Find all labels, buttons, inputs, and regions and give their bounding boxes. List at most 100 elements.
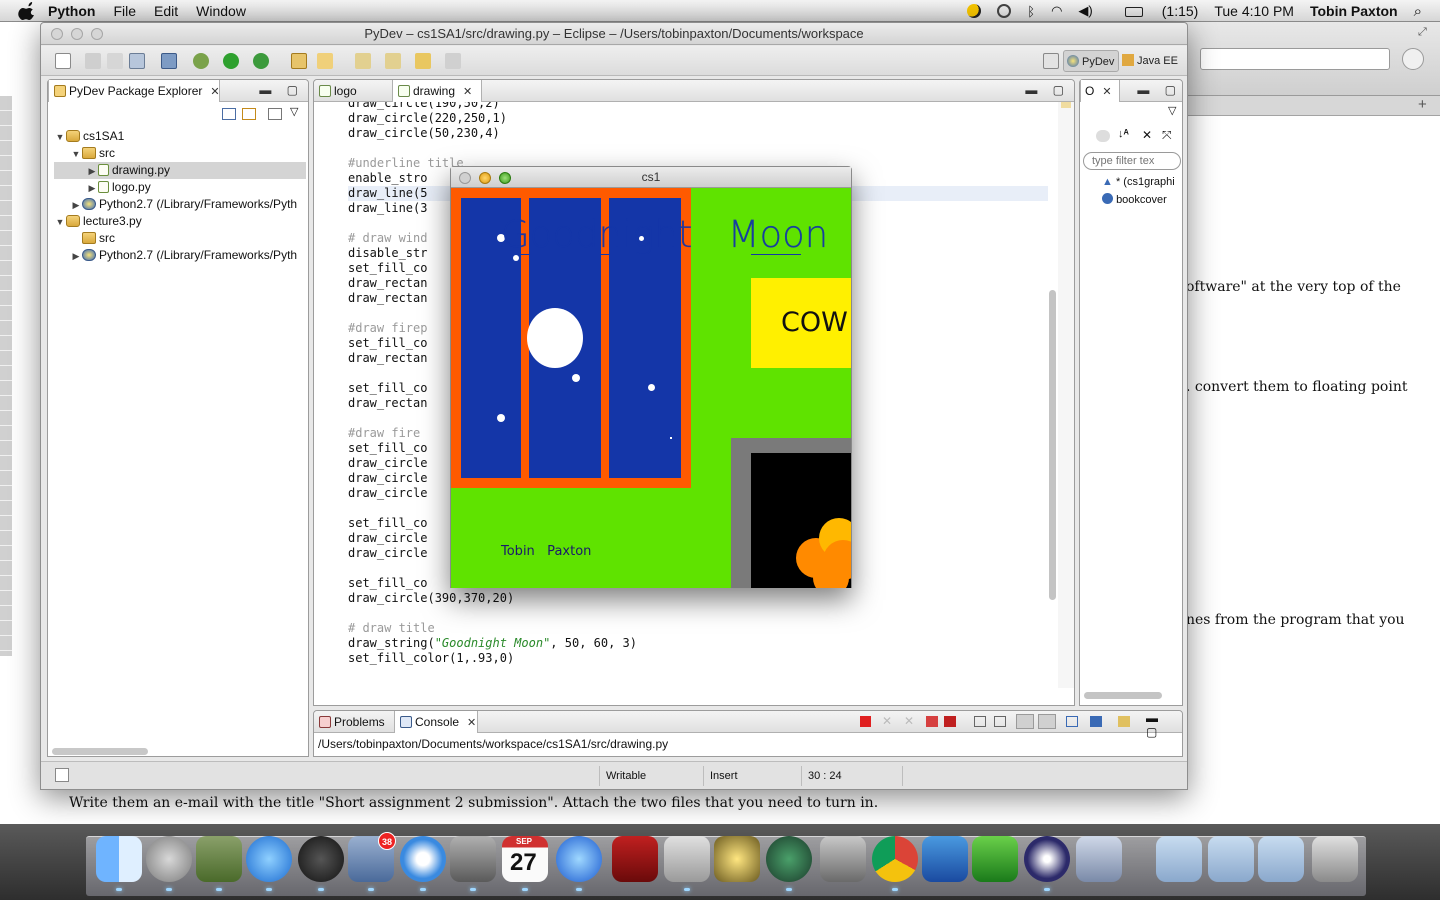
expanded-arrow-icon[interactable]: ▼ xyxy=(54,214,66,231)
tree-item[interactable]: ▶ logo.py xyxy=(54,179,306,196)
apple-icon[interactable] xyxy=(18,1,38,20)
view-menu-icon[interactable] xyxy=(268,108,282,120)
menu-file[interactable]: File xyxy=(113,3,136,19)
tree-item[interactable]: ▼ src xyxy=(54,145,306,162)
scroll-lock-icon[interactable] xyxy=(974,716,986,727)
fast-view-icon[interactable] xyxy=(55,768,69,782)
open-console-icon[interactable] xyxy=(1118,716,1130,727)
next-annotation-icon[interactable] xyxy=(355,53,371,69)
menubar-clock[interactable]: Tue 4:10 PM xyxy=(1214,3,1294,19)
folder-icon[interactable] xyxy=(1156,836,1202,882)
eclipse-icon[interactable] xyxy=(1024,836,1070,882)
perspective-open-icon[interactable] xyxy=(1043,53,1059,69)
print-icon[interactable] xyxy=(129,53,145,69)
new-icon[interactable] xyxy=(55,53,71,69)
pin-red-icon[interactable] xyxy=(926,716,938,727)
tree-item[interactable]: ▼ lecture3.py xyxy=(54,213,306,230)
save-icon[interactable] xyxy=(85,53,101,69)
close-icon[interactable]: ✕ xyxy=(210,86,219,98)
minimize-button[interactable] xyxy=(71,28,83,40)
tab-drawing[interactable]: drawing ✕ xyxy=(392,80,482,102)
perspective-pydev[interactable]: PyDev xyxy=(1063,50,1120,72)
show-stdout-icon[interactable] xyxy=(1016,714,1034,729)
launchpad-icon[interactable] xyxy=(146,836,192,882)
outline-minimize-maximize[interactable]: ▬ ▢ xyxy=(1137,83,1182,97)
finder-icon[interactable] xyxy=(96,836,142,882)
terminate-icon[interactable] xyxy=(860,716,871,727)
stop-red-icon[interactable] xyxy=(944,716,956,727)
close-icon[interactable]: ✕ xyxy=(467,717,476,729)
time-machine-icon[interactable] xyxy=(766,836,812,882)
menu-app-name[interactable]: Python xyxy=(48,3,95,19)
sort-az-icon[interactable]: ↓ᴬ xyxy=(1118,128,1129,140)
browser-reload-icon[interactable] xyxy=(1402,48,1424,70)
cs1-close-button[interactable] xyxy=(459,172,471,184)
zoom-button[interactable] xyxy=(91,28,103,40)
safari-icon[interactable] xyxy=(400,836,446,882)
new-tab-icon[interactable]: + xyxy=(1418,96,1427,113)
remove-launch-icon[interactable]: ✕ xyxy=(882,714,892,728)
trash-icon[interactable] xyxy=(1312,836,1358,882)
forward-icon[interactable] xyxy=(445,53,461,69)
wifi-icon[interactable]: ◠ xyxy=(1051,3,1062,19)
show-stderr-icon[interactable] xyxy=(1038,714,1056,729)
perspective-java-ee[interactable]: Java EE xyxy=(1119,50,1182,72)
cs1-zoom-button[interactable] xyxy=(499,172,511,184)
pen-icon[interactable] xyxy=(1076,836,1122,882)
external-tools-icon[interactable] xyxy=(253,53,269,69)
tree-item[interactable]: ▼ cs1SA1 xyxy=(54,128,306,145)
collapse-all-icon[interactable] xyxy=(222,108,236,120)
tab-logo[interactable]: logo xyxy=(314,80,390,102)
word-wrap-icon[interactable] xyxy=(994,716,1006,727)
tab-problems[interactable]: Problems xyxy=(314,711,392,733)
bluetooth-icon[interactable]: ᛒ xyxy=(1027,4,1035,19)
system-preferences-icon[interactable] xyxy=(196,836,242,882)
imovie-icon[interactable] xyxy=(714,836,760,882)
outline-scrollbar[interactable] xyxy=(1084,692,1162,699)
outline-view-menu-icon[interactable]: ▽ xyxy=(1168,104,1176,117)
outline-item[interactable]: bookcover xyxy=(1102,193,1167,206)
remove-all-icon[interactable]: ✕ xyxy=(904,714,914,728)
open-folder-icon[interactable] xyxy=(291,53,307,69)
photo-booth-icon[interactable] xyxy=(612,836,658,882)
word-icon[interactable] xyxy=(922,836,968,882)
collapsed-arrow-icon[interactable]: ▶ xyxy=(86,163,98,180)
tree-item[interactable]: ▶ drawing.py xyxy=(54,162,306,179)
chevron-down-icon[interactable]: ▽ xyxy=(290,105,298,118)
expand-icon[interactable]: ⤧ xyxy=(1162,128,1172,143)
cs1-titlebar[interactable]: cs1 xyxy=(451,167,851,188)
collapsed-arrow-icon[interactable]: ▶ xyxy=(70,248,82,265)
editor-minimize-maximize[interactable]: ▬ ▢ xyxy=(1025,83,1070,97)
collapsed-arrow-icon[interactable]: ▶ xyxy=(86,180,98,197)
dashboard-icon[interactable] xyxy=(298,836,344,882)
expanded-arrow-icon[interactable]: ▼ xyxy=(70,146,82,163)
horizontal-scrollbar[interactable] xyxy=(52,748,148,755)
moon-icon[interactable] xyxy=(967,4,982,18)
excel-icon[interactable] xyxy=(972,836,1018,882)
prev-annotation-icon[interactable] xyxy=(385,53,401,69)
outline-filter-input[interactable] xyxy=(1083,152,1181,170)
hide-fields-icon[interactable] xyxy=(1096,130,1110,142)
console-minimize-maximize[interactable]: ▬ ▢ xyxy=(1146,711,1174,739)
menu-window[interactable]: Window xyxy=(196,3,246,19)
save-all-icon[interactable] xyxy=(107,53,123,69)
app-store-icon[interactable] xyxy=(246,836,292,882)
menu-edit[interactable]: Edit xyxy=(154,3,178,19)
applications-icon[interactable] xyxy=(1208,836,1254,882)
volume-icon[interactable]: ◀) xyxy=(1078,3,1092,19)
outline-item[interactable]: ▲ * (cs1graphi xyxy=(1102,176,1175,188)
tab-outline[interactable]: O ✕ xyxy=(1080,80,1120,102)
browser-url-field[interactable] xyxy=(1200,48,1390,70)
close-icon[interactable]: ✕ xyxy=(463,86,472,98)
tree-item[interactable]: src xyxy=(54,230,306,247)
documents-icon[interactable] xyxy=(1258,836,1304,882)
settings-icon[interactable] xyxy=(820,836,866,882)
preview-icon[interactable] xyxy=(664,836,710,882)
time-machine-menu-icon[interactable] xyxy=(997,4,1012,18)
fullscreen-icon[interactable]: ⤢ xyxy=(1418,26,1427,39)
expanded-arrow-icon[interactable]: ▼ xyxy=(54,129,66,146)
display-console-icon[interactable] xyxy=(1090,716,1102,727)
menubar-user[interactable]: Tobin Paxton xyxy=(1310,3,1398,19)
vertical-scrollbar[interactable] xyxy=(1049,290,1056,600)
spotlight-icon[interactable]: ⌕ xyxy=(1414,3,1422,20)
